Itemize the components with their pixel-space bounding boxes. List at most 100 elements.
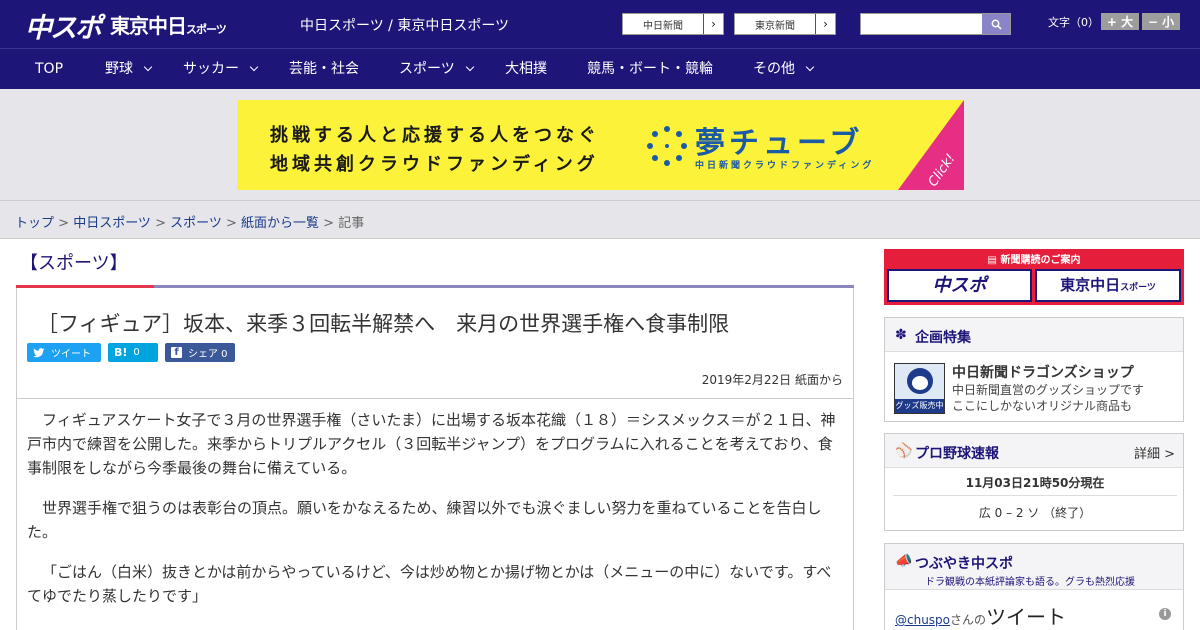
tweet-word: ツイート: [986, 605, 1067, 629]
search-input[interactable]: [861, 14, 983, 34]
nav-item-top[interactable]: TOP: [35, 49, 63, 89]
hatena-button[interactable]: B! 0: [108, 343, 158, 362]
article-body: フィギュアスケート女子で３月の世界選手権（さいたま）に出場する坂本花織（１８）＝…: [27, 408, 845, 624]
mascot-face-inner: [912, 376, 928, 390]
chevron-down-icon: [249, 62, 259, 72]
nav-item-sumo[interactable]: 大相撲: [505, 49, 547, 89]
feature-title: 企画特集: [915, 330, 971, 346]
breadcrumb-sep: >: [54, 216, 74, 231]
subscription-header: ▤ 新聞購読のご案内: [884, 251, 1184, 266]
search-button[interactable]: [982, 14, 1010, 34]
breadcrumb-chunichi[interactable]: 中日スポーツ: [73, 216, 151, 231]
chevron-down-icon: [465, 62, 474, 72]
hatena-count: 0: [133, 347, 140, 358]
chunichi-shimbun-button[interactable]: 中日新聞 ›: [622, 13, 724, 35]
chuspo-logo[interactable]: 中スポ: [25, 6, 102, 45]
nav-label: サッカー: [183, 61, 239, 77]
nav-item-soccer[interactable]: サッカー: [183, 49, 259, 89]
breadcrumb-current: 記事: [338, 216, 365, 231]
info-icon[interactable]: i: [1159, 608, 1171, 620]
font-larger-button[interactable]: + 大: [1101, 13, 1139, 30]
baseball-time: 11月03日21時50分現在: [965, 476, 1105, 490]
feature-header: ✽ 企画特集: [885, 318, 1183, 352]
site-name[interactable]: 中日スポーツ / 東京中日スポーツ: [300, 15, 509, 35]
nav-label: その他: [753, 61, 795, 77]
article-date: 2019年2月22日 紙面から: [701, 373, 843, 387]
chevron-right-icon: ›: [815, 14, 835, 34]
nav-item-entertainment[interactable]: 芸能・社会: [289, 49, 359, 89]
baseball-title: プロ野球速報: [915, 446, 999, 462]
search-icon: [991, 19, 1002, 30]
chunichi-shimbun-label: 中日新聞: [643, 20, 683, 32]
breadcrumb-sep: >: [221, 216, 242, 231]
search-box: [860, 13, 1011, 35]
category-heading: 【スポーツ】: [20, 253, 128, 274]
subscription-box: ▤ 新聞購読のご案内 中スポ 東京中日スポーツ: [884, 249, 1184, 305]
article-paragraph: 「ごはん（白米）抜きとかは前からやっているけど、今は炒め物とか揚げ物とかは（メニ…: [27, 563, 832, 605]
shop-desc-line: 中日新聞直営のグッズショップです: [952, 383, 1145, 397]
yumetube-banner[interactable]: 挑戦する人と応援する人をつなぐ 地域共創クラウドファンディング 夢チューブ 中日…: [237, 100, 964, 190]
font-smaller-button[interactable]: − 小: [1142, 13, 1180, 30]
subscribe-tokyo-button[interactable]: 東京中日スポーツ: [1035, 269, 1181, 302]
baseball-score[interactable]: 広 0 – 2 ソ （終了）: [885, 504, 1185, 521]
subscribe-tokyo-suffix: スポーツ: [1120, 283, 1156, 293]
nav-label: スポーツ: [399, 61, 455, 77]
breadcrumb-bar: トップ > 中日スポーツ > スポーツ > 紙面から一覧 > 記事: [0, 200, 1200, 239]
tokyo-shimbun-label: 東京新聞: [755, 20, 795, 32]
dragons-shop-image[interactable]: グッズ販売中: [894, 363, 945, 414]
hatena-icon: B!: [114, 346, 128, 359]
tweet-title: つぶやき中スポ: [915, 556, 1013, 572]
header: 中スポ 東京中日スポーツ 中日スポーツ / 東京中日スポーツ 中日新聞 › 東京…: [0, 0, 1200, 48]
breadcrumb: トップ > 中日スポーツ > スポーツ > 紙面から一覧 > 記事: [15, 212, 364, 231]
article-paragraph: 世界選手権で狙うのは表彰台の頂点。願いをかなえるため、練習以外でも涙ぐましい努力…: [27, 499, 822, 541]
article-paragraph: フィギュアスケート女子で３月の世界選手権（さいたま）に出場する坂本花織（１８）＝…: [27, 411, 836, 477]
breadcrumb-paper[interactable]: 紙面から一覧: [241, 216, 319, 231]
tweet-user-suffix: さんの: [950, 613, 987, 627]
article-title: ［フィギュア］坂本、来季３回転半解禁へ 来月の世界選手権へ食事制限: [37, 312, 730, 336]
chevron-down-icon: [805, 62, 815, 72]
main-nav: TOP 野球 サッカー 芸能・社会 スポーツ 大相撲 競馬・ボート・競輪 その他: [0, 48, 1200, 89]
breadcrumb-sep: >: [150, 216, 171, 231]
yumetube-dots-icon: [647, 126, 687, 166]
article-header: ［フィギュア］坂本、来季３回転半解禁へ 来月の世界選手権へ食事制限 ツイート B…: [17, 288, 853, 399]
ribbon-icon: ✽: [895, 327, 907, 343]
chevron-right-icon: ›: [703, 14, 723, 34]
tweet-user: @chuspoさんのツイート: [895, 601, 1066, 630]
nav-item-keiba[interactable]: 競馬・ボート・競輪: [587, 49, 713, 89]
banner-line2: 地域共創クラウドファンディング: [270, 154, 599, 175]
twitter-icon: [33, 347, 45, 357]
breadcrumb-sep: >: [319, 216, 339, 231]
baseball-more-link[interactable]: 詳細 >: [1134, 443, 1175, 462]
nav-label: 競馬・ボート・競輪: [587, 61, 713, 77]
breadcrumb-sports[interactable]: スポーツ: [170, 216, 222, 231]
tokyo-chunichi-logo[interactable]: 東京中日スポーツ: [110, 10, 227, 39]
breadcrumb-top[interactable]: トップ: [15, 216, 54, 231]
content-area: 【スポーツ】 ［フィギュア］坂本、来季３回転半解禁へ 来月の世界選手権へ食事制限…: [0, 239, 1200, 630]
subscribe-chuspo-button[interactable]: 中スポ: [887, 269, 1032, 302]
banner-brand: 夢チューブ: [695, 126, 864, 161]
tweet-subtitle: ドラ観戦の本紙評論家も語る。グラも熱烈応援: [925, 577, 1135, 588]
nav-label: TOP: [35, 61, 64, 77]
nav-item-sports[interactable]: スポーツ: [399, 49, 474, 89]
subscription-header-label: 新聞購読のご案内: [1000, 255, 1081, 266]
nav-label: 芸能・社会: [289, 61, 359, 77]
tweet-button[interactable]: ツイート: [27, 343, 101, 362]
tweet-user-link[interactable]: @chuspo: [895, 613, 950, 627]
tokyo-logo-suffix: スポーツ: [186, 23, 227, 36]
shop-description: 中日新聞直営のグッズショップです ここにしかないオリジナル商品も: [952, 382, 1144, 414]
nav-label: 野球: [105, 61, 133, 77]
facebook-share-button[interactable]: f シェア 0: [165, 343, 235, 362]
nav-label: 大相撲: [505, 61, 547, 77]
font-size-label: 文字（0）: [1048, 16, 1099, 29]
tokyo-shimbun-button[interactable]: 東京新聞 ›: [734, 13, 836, 35]
facebook-icon: f: [171, 347, 182, 358]
newspaper-icon: ▤: [987, 255, 1001, 266]
chevron-down-icon: [143, 62, 153, 72]
tweet-header: 📣 つぶやき中スポ ドラ観戦の本紙評論家も語る。グラも熱烈応援: [885, 544, 1183, 590]
nav-item-other[interactable]: その他: [753, 49, 815, 89]
nav-item-baseball[interactable]: 野球: [105, 49, 153, 89]
shop-title-link[interactable]: 中日新聞ドラゴンズショップ: [952, 362, 1134, 382]
baseball-header: ⚾ プロ野球速報 詳細 >: [885, 434, 1183, 468]
shop-desc-line: ここにしかないオリジナル商品も: [952, 399, 1133, 413]
shop-image-label: グッズ販売中: [895, 399, 944, 413]
